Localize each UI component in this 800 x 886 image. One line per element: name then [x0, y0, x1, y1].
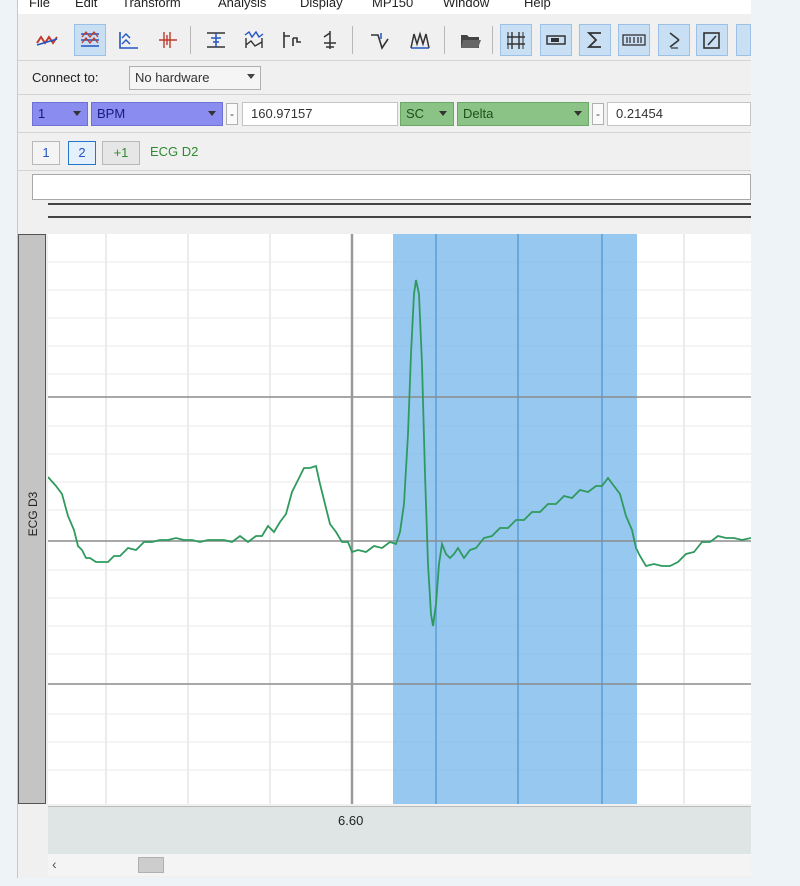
horizontal-scroll-icon — [546, 35, 566, 45]
zoom-horizontal-button[interactable] — [276, 24, 308, 56]
waveform-tool-icon — [36, 35, 58, 46]
overlap-segments-icon — [81, 30, 99, 47]
menu-display[interactable]: Display — [300, 0, 343, 10]
measurement-1-channel: 1 — [38, 106, 46, 121]
find-cycle-button[interactable] — [404, 24, 436, 56]
channel-plus-button[interactable]: +1 — [102, 141, 140, 165]
menu-bar: File Edit Transform Analysis Display MP1… — [18, 0, 751, 14]
menu-help[interactable]: Help — [524, 0, 551, 10]
selection-region[interactable] — [393, 234, 637, 804]
time-axis-label: 6.60 — [338, 813, 364, 828]
chevron-down-icon — [247, 74, 255, 79]
waveform-plot-svg — [47, 234, 751, 804]
waveform-tool-button[interactable] — [32, 24, 64, 56]
connect-label: Connect to: — [32, 70, 99, 85]
toolbar-separator — [444, 26, 445, 54]
menu-edit[interactable]: Edit — [75, 0, 97, 10]
measurement-1-type: BPM — [97, 106, 126, 121]
journal-text-field[interactable] — [32, 174, 751, 200]
channel-2-button[interactable]: 2 — [68, 141, 96, 165]
tool-arrow-button[interactable] — [658, 24, 690, 56]
sum-button[interactable] — [579, 24, 611, 56]
measurement-2-type: Delta — [463, 106, 494, 121]
menu-file[interactable]: File — [29, 0, 50, 10]
open-folder-icon — [461, 35, 481, 48]
measurement-2-value: 0.21454 — [607, 102, 751, 126]
toolbar-separator — [190, 26, 191, 54]
chevron-down-icon — [208, 111, 216, 116]
marker-button[interactable] — [314, 24, 346, 56]
waveform-plot[interactable] — [47, 234, 751, 804]
channel-1-button[interactable]: 1 — [32, 141, 60, 165]
grid-button[interactable] — [500, 24, 532, 56]
zoom-horizontal-icon — [283, 32, 301, 48]
ruler-button[interactable] — [152, 24, 184, 56]
peak-detect-icon — [371, 33, 389, 50]
horizontal-scroll-button[interactable] — [540, 24, 572, 56]
grid-icon — [507, 32, 525, 49]
time-axis: 6.60 — [48, 806, 751, 855]
measurement-2-type-dropdown[interactable]: Delta — [457, 102, 589, 126]
divider — [48, 216, 751, 218]
chevron-down-icon — [73, 111, 81, 116]
find-cycle-icon — [410, 31, 430, 49]
toolbar-separator — [492, 26, 493, 54]
overlap-segments-button[interactable] — [74, 24, 106, 56]
channel-label: ECG D2 — [150, 144, 199, 159]
measurement-1-type-dropdown[interactable]: BPM — [91, 102, 223, 126]
tool-arrow-icon — [669, 32, 680, 49]
toolbar-separator — [352, 26, 353, 54]
connect-dropdown[interactable]: No hardware — [129, 66, 261, 90]
ruler-icon — [159, 32, 177, 48]
more-toolbar-button[interactable] — [736, 24, 751, 56]
channel-axis[interactable]: ECG D3 — [18, 234, 46, 804]
measurement-1-value: 160.97157 — [242, 102, 398, 126]
measurement-1-channel-dropdown[interactable]: 1 — [32, 102, 88, 126]
measurement-2-channel: SC — [406, 106, 425, 121]
marker-icon — [323, 31, 336, 49]
menu-window[interactable]: Window — [443, 0, 489, 10]
menu-analysis[interactable]: Analysis — [218, 0, 266, 10]
connect-row: Connect to: No hardware — [18, 62, 751, 95]
chevron-down-icon — [574, 111, 582, 116]
measurement-row: 1 BPM - 160.97157 SC Delta - 0.21454 — [18, 96, 751, 133]
chevron-down-icon — [439, 111, 447, 116]
scrollbar-thumb[interactable] — [138, 857, 164, 873]
stack-segments-icon — [119, 32, 138, 49]
measurement-2-dash[interactable]: - — [592, 103, 604, 125]
edit-graph-icon — [703, 32, 720, 49]
horizontal-scrollbar[interactable]: ‹ — [48, 854, 751, 876]
channel-axis-label: ECG D3 — [26, 491, 40, 537]
edit-graph-button[interactable] — [696, 24, 728, 56]
sum-icon — [586, 32, 601, 48]
data-view-button[interactable] — [618, 24, 650, 56]
align-button[interactable] — [200, 24, 232, 56]
app-window: File Edit Transform Analysis Display MP1… — [17, 0, 751, 878]
autoscale-waveform-button[interactable] — [238, 24, 270, 56]
divider — [48, 203, 751, 205]
data-view-icon — [622, 34, 646, 46]
measurement-2-channel-dropdown[interactable]: SC — [400, 102, 454, 126]
scroll-left-icon[interactable]: ‹ — [52, 856, 57, 872]
stack-segments-button[interactable] — [112, 24, 144, 56]
channel-row: 1 2 +1 ECG D2 — [18, 134, 751, 171]
open-folder-button[interactable] — [454, 24, 486, 56]
peak-detect-button[interactable] — [364, 24, 396, 56]
align-icon — [207, 32, 225, 48]
menu-transform[interactable]: Transform — [122, 0, 181, 10]
menu-mp150[interactable]: MP150 — [372, 0, 413, 10]
autoscale-waveform-icon — [244, 30, 264, 48]
measurement-1-dash[interactable]: - — [226, 103, 238, 125]
toolbar — [18, 20, 751, 61]
connect-value: No hardware — [135, 70, 210, 85]
